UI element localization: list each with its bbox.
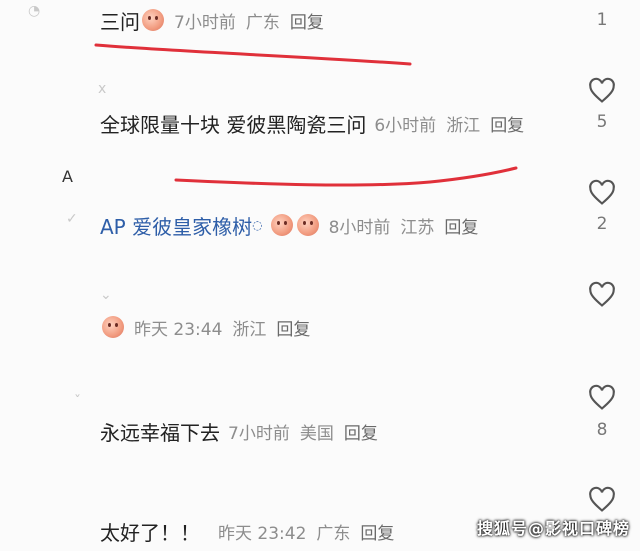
- avatar: x: [98, 81, 107, 97]
- comment-location: 广东: [316, 523, 351, 544]
- comment-time: 7小时前: [174, 12, 236, 33]
- comment-time: 7小时前: [228, 423, 290, 444]
- reply-button[interactable]: 回复: [276, 320, 310, 340]
- reply-button[interactable]: 回复: [490, 116, 524, 136]
- heart-icon[interactable]: [588, 179, 616, 207]
- reply-button[interactable]: 回复: [360, 524, 394, 544]
- heart-icon[interactable]: [588, 486, 616, 514]
- avatar: ✓: [66, 211, 78, 227]
- reply-button[interactable]: 回复: [344, 424, 378, 444]
- comment-text: AP 爱彼皇家橡树: [100, 214, 253, 239]
- heart-icon[interactable]: [588, 384, 616, 412]
- reply-button[interactable]: 回复: [444, 218, 478, 238]
- comment-text: 永远幸福下去: [100, 420, 220, 445]
- avatar: ⌄: [100, 287, 112, 303]
- like-count: 1: [596, 10, 608, 30]
- comment-text: 太好了！！: [100, 520, 200, 545]
- avatar: ˇ: [74, 394, 81, 410]
- search-icon: ◌: [252, 218, 263, 232]
- comment-text: 三问: [100, 9, 140, 34]
- comment-time: 昨天 23:42: [218, 523, 307, 544]
- red-annotation-lines: [94, 43, 518, 187]
- like-count: 5: [596, 112, 608, 132]
- peach-face-emoji-icon: [142, 9, 164, 31]
- watermark: 搜狐号@影视口碑榜: [476, 519, 630, 538]
- comment-time: 8小时前: [328, 217, 391, 238]
- peach-face-emoji-icon: [270, 214, 293, 236]
- like-count: 8: [596, 420, 608, 440]
- reply-button[interactable]: 回复: [290, 13, 324, 33]
- peach-face-emoji-icon: [102, 316, 124, 338]
- heart-icon[interactable]: [588, 281, 616, 309]
- comment-location: 美国: [299, 423, 334, 444]
- red-underline-2: [174, 166, 518, 187]
- peach-face-emoji-icon: [296, 214, 319, 236]
- red-underline-1: [94, 43, 412, 66]
- comment-text: 全球限量十块 爱彼黑陶瓷三问: [100, 112, 367, 137]
- heart-icon[interactable]: [588, 77, 616, 105]
- comment-location: 广东: [245, 12, 280, 33]
- comment-location: 江苏: [400, 217, 435, 238]
- comment-time: 6小时前: [374, 115, 437, 136]
- comment-location: 浙江: [232, 319, 267, 340]
- avatar: A: [62, 167, 73, 186]
- avatar: ◔: [28, 3, 41, 19]
- like-count: 2: [596, 214, 608, 234]
- comment-location: 浙江: [446, 115, 481, 136]
- comment-time: 昨天 23:44: [134, 319, 223, 340]
